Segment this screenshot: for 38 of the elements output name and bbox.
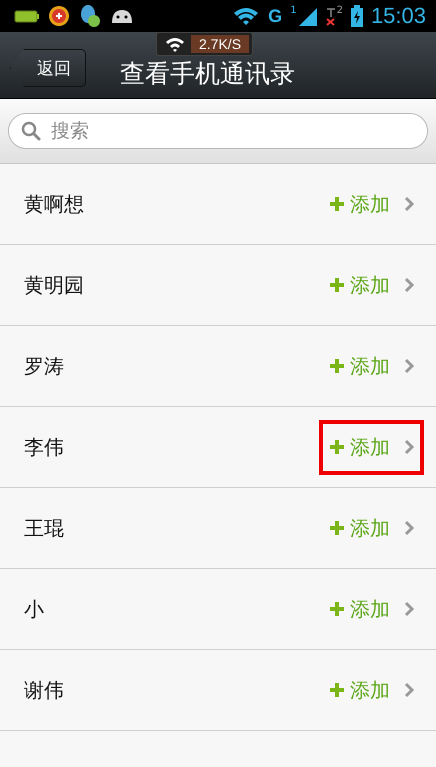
battery-icon xyxy=(14,8,40,24)
plus-badge-icon xyxy=(48,5,70,27)
network-type: G xyxy=(268,6,282,26)
contact-name: 李伟 xyxy=(24,434,64,460)
plus-icon xyxy=(329,196,345,212)
chevron-icon xyxy=(404,358,414,374)
page-title: 查看手机通讯录 xyxy=(120,58,295,90)
signal-icon xyxy=(296,6,317,26)
sim-number: 1 xyxy=(290,6,297,16)
contact-name: 黄明园 xyxy=(24,272,84,298)
plus-icon xyxy=(329,277,345,293)
contact-name: 谢伟 xyxy=(24,676,64,704)
plus-icon xyxy=(329,601,345,617)
sim-number: 2 xyxy=(336,6,343,16)
contact-name: 罗涛 xyxy=(24,352,64,380)
contact-name: 小 xyxy=(24,596,44,622)
search-field[interactable]: 搜索 xyxy=(8,113,428,149)
charging-battery-icon xyxy=(350,5,363,27)
search-icon xyxy=(21,121,41,141)
chevron-icon xyxy=(404,439,414,455)
contact-name: 黄啊想 xyxy=(24,190,84,218)
chevron-icon xyxy=(404,196,414,212)
plus-icon xyxy=(329,520,345,536)
clock: 15:03 xyxy=(370,3,426,29)
wifi-icon xyxy=(165,36,185,52)
chevron-icon xyxy=(404,601,414,617)
chevron-icon xyxy=(404,520,414,536)
no-signal-icon xyxy=(324,6,337,26)
plus-icon xyxy=(329,358,345,374)
wifi-icon xyxy=(232,6,260,26)
chevron-icon xyxy=(404,682,414,698)
plus-icon xyxy=(329,682,345,698)
plus-icon xyxy=(329,439,345,455)
speed-reading: 2.7K/S xyxy=(191,35,250,53)
robot-head-icon xyxy=(110,7,134,25)
chevron-icon xyxy=(404,277,414,293)
back-button[interactable]: 返回 xyxy=(10,49,86,87)
contact-name: 王琨 xyxy=(24,514,64,542)
